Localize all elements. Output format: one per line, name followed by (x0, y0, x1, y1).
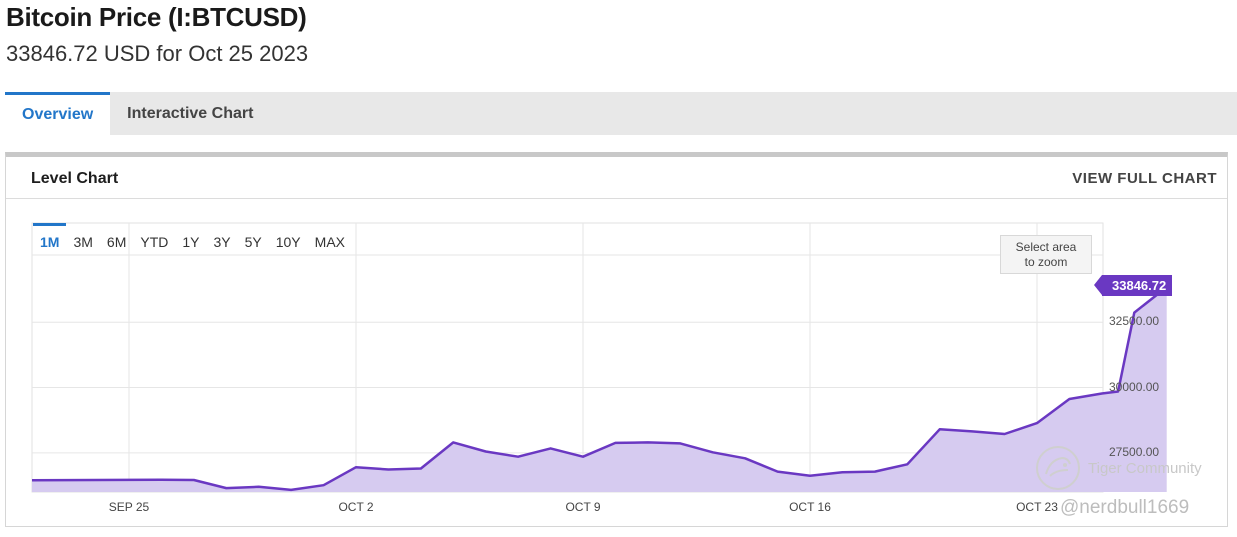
zoom-hint-line2: to zoom (1024, 255, 1068, 269)
range-button-1y[interactable]: 1Y (175, 223, 206, 253)
range-button-3m[interactable]: 3M (66, 223, 99, 253)
last-value-tag: 33846.72 (1093, 275, 1173, 296)
tiger-logo-icon (1036, 446, 1080, 490)
watermark-handle: @nerdbull1669 (1060, 497, 1190, 518)
x-tick-label: OCT 9 (565, 500, 601, 514)
zoom-hint: Select area to zoom (1000, 235, 1092, 274)
y-tick-label: 30000.00 (1109, 379, 1160, 394)
x-tick-label: OCT 2 (338, 500, 374, 514)
x-tick-label: OCT 16 (789, 500, 831, 514)
watermark-brand: Tiger Community (1088, 460, 1202, 477)
range-button-5y[interactable]: 5Y (238, 223, 269, 253)
x-tick-label: SEP 25 (108, 500, 150, 514)
range-button-ytd[interactable]: YTD (133, 223, 175, 253)
y-tick-label: 32500.00 (1109, 314, 1160, 329)
range-selector: 1M 3M 6M YTD 1Y 3Y 5Y 10Y MAX (33, 223, 352, 253)
range-button-max[interactable]: MAX (308, 223, 352, 253)
range-button-10y[interactable]: 10Y (269, 223, 308, 253)
range-button-3y[interactable]: 3Y (206, 223, 237, 253)
range-button-6m[interactable]: 6M (100, 223, 133, 253)
y-tick-label: 27500.00 (1109, 444, 1160, 459)
x-tick-label: OCT 23 (1016, 500, 1058, 514)
range-button-1m[interactable]: 1M (33, 223, 67, 253)
zoom-hint-line1: Select area (1015, 240, 1077, 254)
